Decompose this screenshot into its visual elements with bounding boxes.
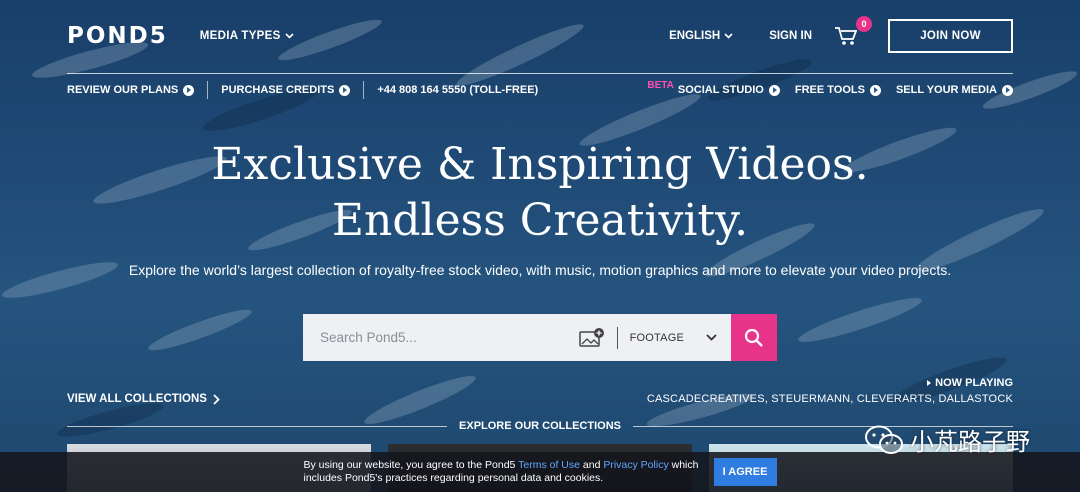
arrow-circle-icon bbox=[339, 84, 351, 96]
phone-number[interactable]: +44 808 164 5550 (TOLL-FREE) bbox=[377, 84, 538, 96]
purchase-credits-link[interactable]: PURCHASE CREDITS bbox=[221, 84, 351, 96]
sign-in-link[interactable]: SIGN IN bbox=[769, 30, 812, 42]
play-icon bbox=[927, 380, 932, 386]
review-plans-label: REVIEW OUR PLANS bbox=[67, 84, 179, 96]
now-playing: NOW PLAYING CASCADECREATIVES, STEUERMANN… bbox=[647, 377, 1013, 405]
cart-count-badge: 0 bbox=[856, 16, 872, 32]
i-agree-button[interactable]: I AGREE bbox=[713, 458, 777, 486]
secondary-navigation: REVIEW OUR PLANS PURCHASE CREDITS +44 80… bbox=[67, 80, 1013, 100]
arrow-circle-icon bbox=[183, 84, 195, 96]
chevron-down-icon bbox=[724, 33, 733, 39]
search-icon bbox=[744, 328, 763, 347]
social-studio-link[interactable]: SOCIAL STUDIO bbox=[678, 84, 780, 96]
social-studio-label: SOCIAL STUDIO bbox=[677, 84, 764, 96]
review-plans-link[interactable]: REVIEW OUR PLANS bbox=[67, 84, 195, 96]
sell-media-label: SELL YOUR MEDIA bbox=[895, 84, 997, 96]
media-filter-value: FOOTAGE bbox=[629, 331, 684, 344]
now-playing-label: NOW PLAYING bbox=[935, 377, 1013, 389]
hero-tagline: Explore the world’s largest collection o… bbox=[128, 262, 952, 278]
now-playing-header[interactable]: NOW PLAYING bbox=[647, 377, 1013, 389]
join-now-button[interactable]: JOIN NOW bbox=[888, 19, 1013, 53]
chevron-right-icon bbox=[213, 393, 220, 405]
view-all-collections-link[interactable]: VIEW ALL COLLECTIONS bbox=[67, 393, 220, 405]
arrow-circle-icon bbox=[869, 84, 881, 96]
cart-button[interactable]: 0 bbox=[834, 16, 872, 47]
nav-separator bbox=[207, 81, 209, 99]
hero-headline: Exclusive & Inspiring Videos. Endless Cr… bbox=[0, 137, 1080, 249]
image-search-icon[interactable] bbox=[578, 327, 605, 349]
language-selector[interactable]: ENGLISH bbox=[669, 30, 733, 42]
media-filter-select[interactable]: FOOTAGE bbox=[618, 332, 731, 344]
free-tools-link[interactable]: FREE TOOLS bbox=[795, 84, 881, 96]
cookie-text-2: and bbox=[579, 459, 604, 471]
media-types-menu[interactable]: MEDIA TYPES bbox=[200, 30, 294, 42]
pond5-logo[interactable]: POND5 bbox=[67, 23, 168, 49]
now-playing-artists[interactable]: CASCADECREATIVES, STEUERMANN, CLEVERARTS… bbox=[647, 393, 1013, 405]
headline-line-1: Exclusive & Inspiring Videos. bbox=[211, 139, 869, 190]
sell-media-link[interactable]: SELL YOUR MEDIA bbox=[896, 84, 1013, 96]
search-box: FOOTAGE bbox=[303, 314, 731, 361]
divider-line bbox=[67, 425, 448, 427]
wechat-watermark: 小芃路子野 bbox=[864, 422, 1030, 457]
top-navigation: POND5 MEDIA TYPES ENGLISH SIGN IN 0 JOIN… bbox=[67, 16, 1013, 55]
search-input[interactable] bbox=[303, 330, 579, 345]
free-tools-label: FREE TOOLS bbox=[794, 84, 865, 96]
nav-separator bbox=[363, 81, 365, 99]
cookie-message: By using our website, you agree to the P… bbox=[304, 459, 704, 485]
headline-line-2: Endless Creativity. bbox=[331, 195, 749, 246]
explore-label: EXPLORE OUR COLLECTIONS bbox=[459, 420, 621, 432]
view-all-label: VIEW ALL COLLECTIONS bbox=[67, 393, 207, 405]
purchase-credits-label: PURCHASE CREDITS bbox=[221, 84, 335, 96]
media-types-label: MEDIA TYPES bbox=[199, 30, 281, 42]
terms-of-use-link[interactable]: Terms of Use bbox=[518, 459, 580, 471]
cart-icon bbox=[835, 27, 858, 45]
header-divider bbox=[67, 73, 1013, 74]
language-label: ENGLISH bbox=[669, 30, 721, 42]
cookie-banner: By using our website, you agree to the P… bbox=[0, 452, 1080, 492]
chevron-down-icon bbox=[706, 334, 717, 341]
arrow-circle-icon bbox=[1002, 84, 1013, 96]
search-bar: FOOTAGE bbox=[303, 314, 777, 361]
search-button[interactable] bbox=[731, 314, 777, 361]
beta-badge: BETA bbox=[647, 79, 674, 91]
chevron-down-icon bbox=[285, 33, 294, 39]
cookie-text-1: By using our website, you agree to the P… bbox=[303, 459, 519, 471]
privacy-policy-link[interactable]: Privacy Policy bbox=[603, 459, 668, 471]
watermark-text: 小芃路子野 bbox=[910, 428, 1030, 456]
arrow-circle-icon bbox=[768, 84, 780, 96]
wechat-icon bbox=[865, 425, 903, 454]
